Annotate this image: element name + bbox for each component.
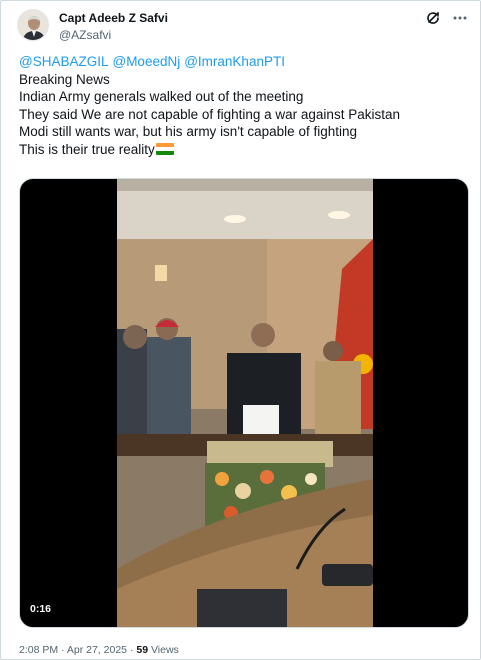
more-icon[interactable] — [451, 9, 469, 27]
views-count: 59 — [136, 644, 149, 656]
author-handle[interactable]: @AZsafvi — [59, 28, 111, 42]
mention-link[interactable]: @SHABAZGIL — [19, 54, 108, 69]
author-display-name[interactable]: Capt Adeeb Z Safvi — [59, 11, 168, 25]
tweet-line: They said We are not capable of fighting… — [19, 106, 400, 122]
india-flag-icon — [155, 142, 174, 155]
views-label: Views — [150, 644, 179, 656]
tweet-time[interactable]: 2:08 PM — [19, 644, 58, 656]
tweet-card: Capt Adeeb Z Safvi @AZsafvi @SHABAZGIL @M… — [0, 0, 481, 660]
tweet-line: Modi still wants war, but his army isn't… — [19, 124, 357, 140]
mentions-line: @SHABAZGIL @MoeedNj @ImranKhanPTI — [19, 53, 459, 71]
tweet-meta: 2:08 PM · Apr 27, 2025 · 59 Views — [19, 644, 179, 656]
tweet-line: This is their true reality — [19, 141, 155, 157]
video-duration: 0:16 — [30, 603, 52, 615]
video-frame — [117, 179, 373, 627]
mention-link[interactable]: @MoeedNj — [112, 54, 180, 69]
avatar[interactable] — [17, 9, 49, 41]
tweet-text: @SHABAZGIL @MoeedNj @ImranKhanPTI Breaking… — [19, 53, 459, 159]
avatar-image — [18, 10, 48, 40]
tweet-line: Breaking News — [19, 71, 110, 87]
meta-separator: · — [129, 644, 134, 656]
meta-separator: · — [61, 644, 65, 656]
mention-link[interactable]: @ImranKhanPTI — [184, 54, 285, 69]
grok-icon[interactable] — [425, 9, 443, 27]
tweet-date[interactable]: Apr 27, 2025 — [67, 644, 127, 656]
video-player[interactable]: 0:16 — [19, 178, 469, 628]
tweet-line-last: This is their true reality — [19, 141, 459, 159]
tweet-line: Indian Army generals walked out of the m… — [19, 89, 304, 105]
tweet-header: Capt Adeeb Z Safvi @AZsafvi — [17, 9, 469, 49]
